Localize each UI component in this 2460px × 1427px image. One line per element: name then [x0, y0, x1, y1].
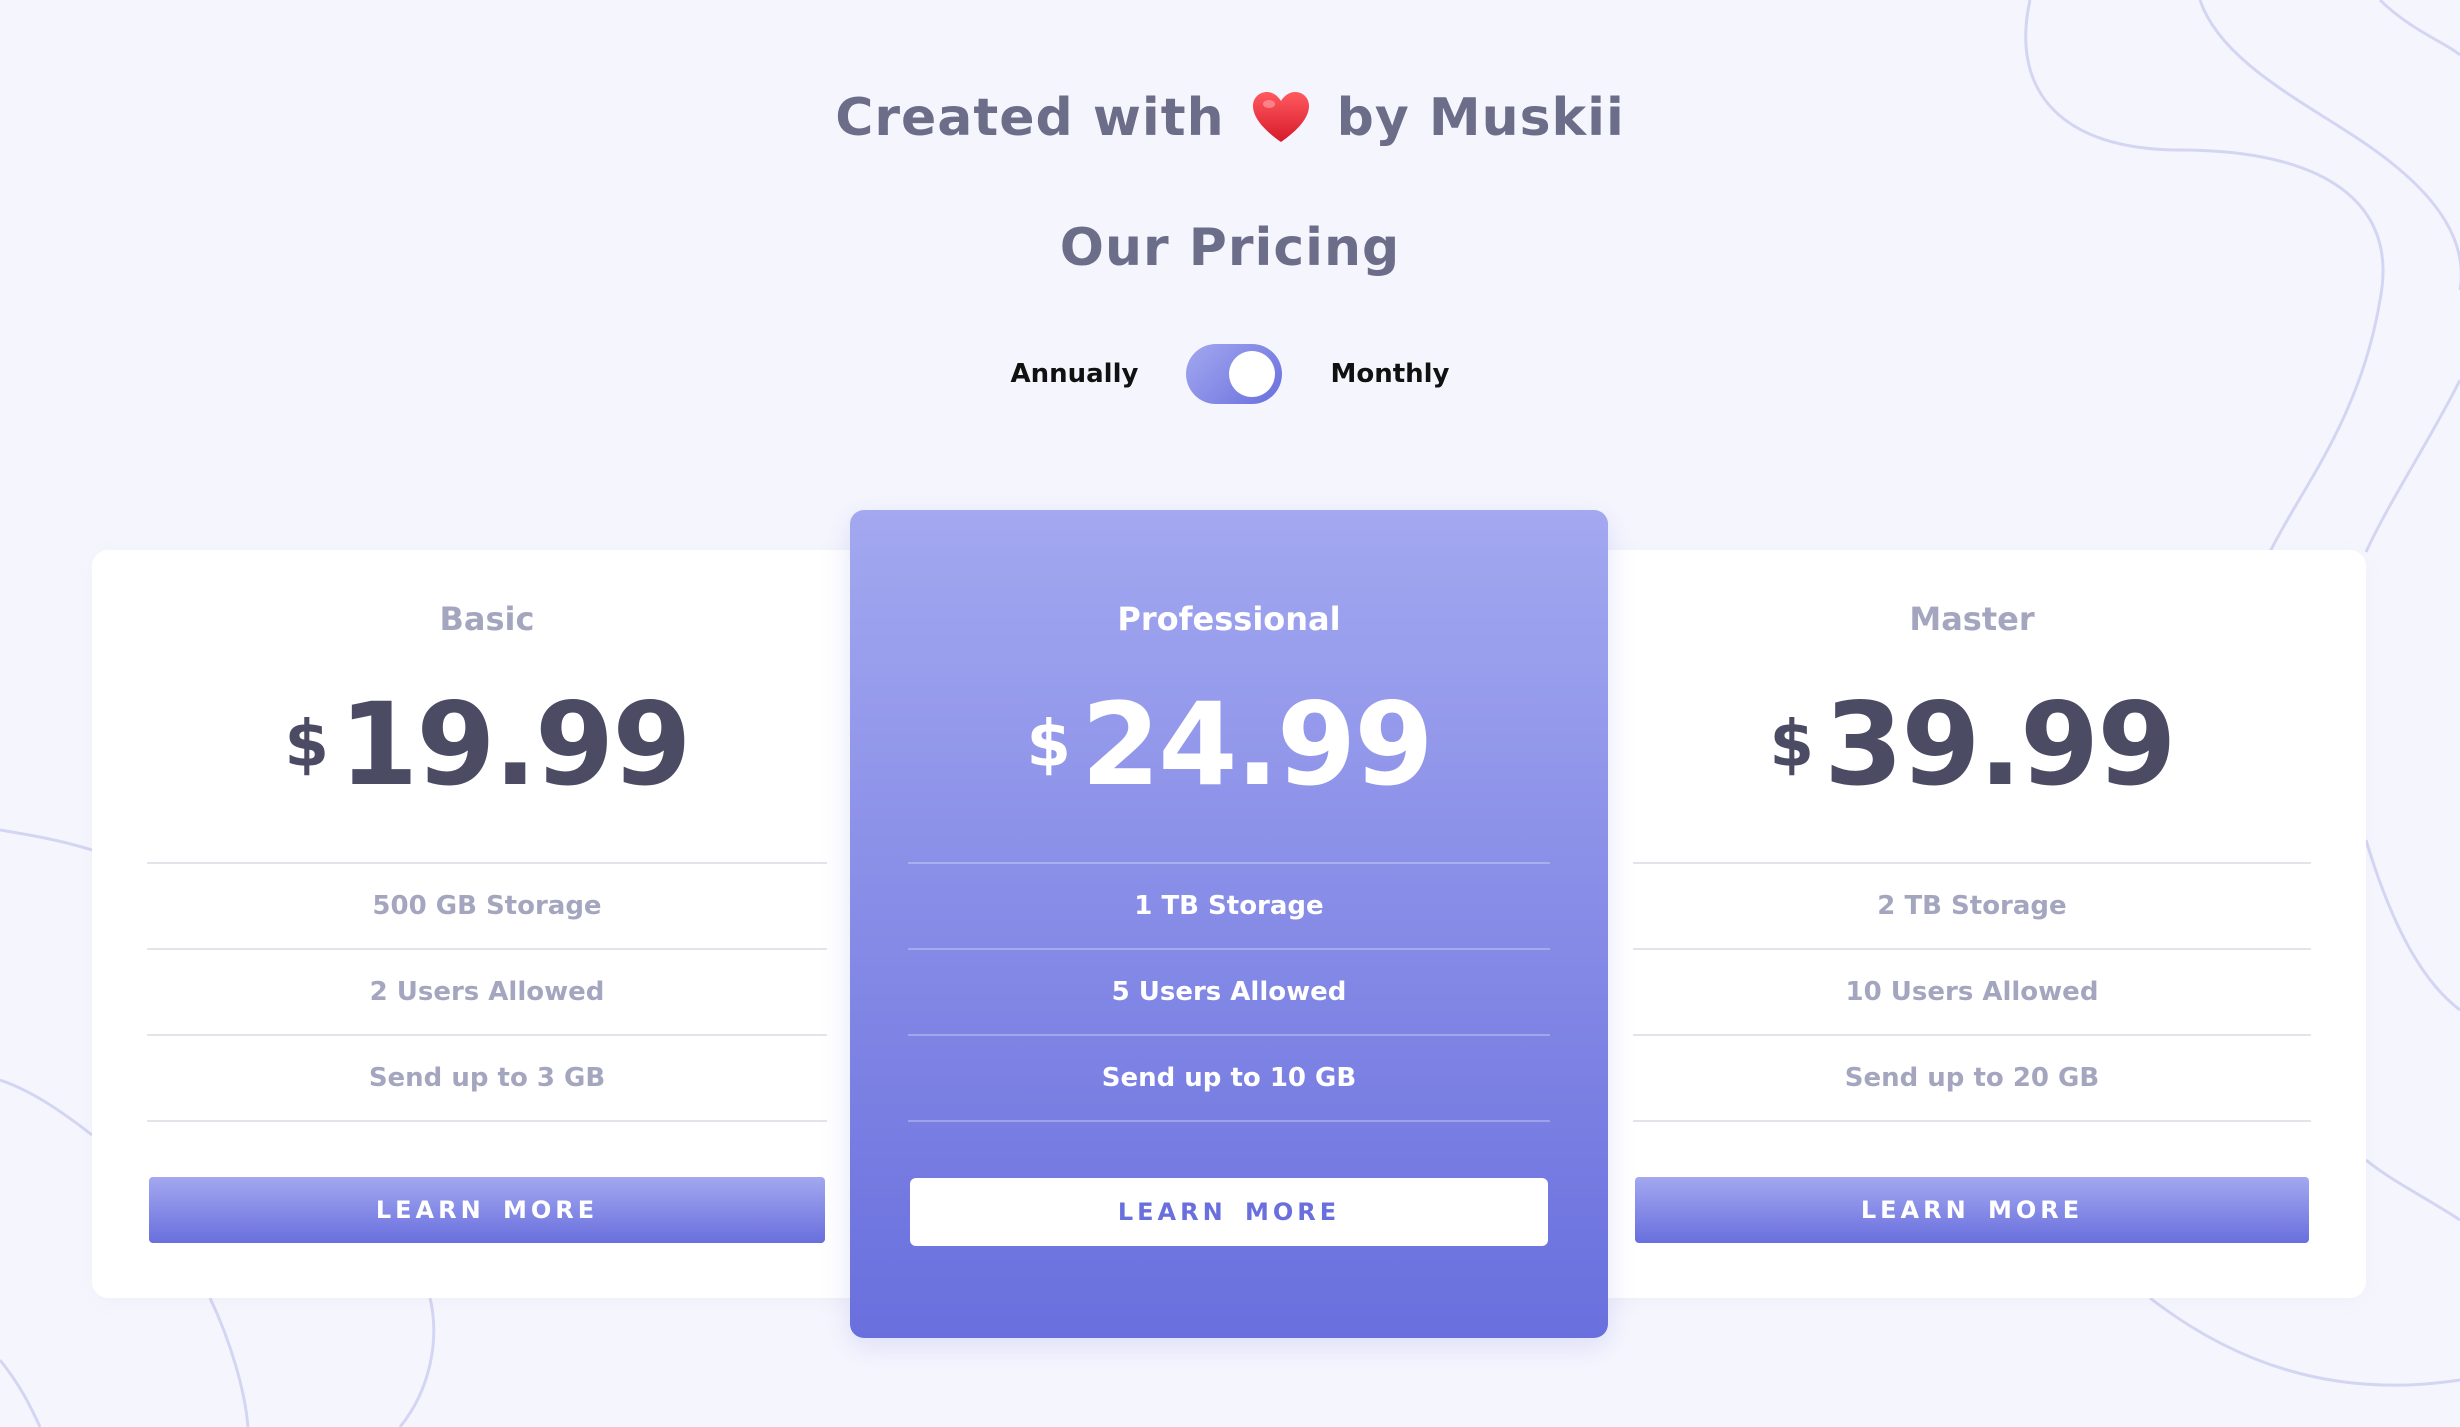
pricing-card-professional: Professional $ 24.99 1 TB Storage 5 User… [850, 510, 1608, 1338]
plan-price: $ 19.99 [92, 678, 882, 811]
feature-item: 2 Users Allowed [147, 948, 827, 1034]
plan-name: Master [1909, 600, 2035, 638]
heart-icon [1252, 92, 1309, 142]
currency-symbol: $ [1769, 708, 1814, 782]
toggle-label-monthly: Monthly [1330, 359, 1450, 389]
learn-more-button-basic[interactable]: LEARN MORE [149, 1177, 825, 1243]
plan-price: $ 39.99 [1578, 678, 2366, 811]
plan-price: $ 24.99 [850, 678, 1608, 811]
credit-suffix: by Muskii [1336, 88, 1625, 148]
pricing-card-basic: Basic $ 19.99 500 GB Storage 2 Users All… [92, 550, 882, 1298]
plan-name: Basic [439, 600, 535, 638]
feature-item: 2 TB Storage [1633, 862, 2311, 948]
page-title: Our Pricing [1059, 218, 1401, 278]
feature-item: Send up to 10 GB [908, 1034, 1550, 1122]
feature-item: Send up to 20 GB [1633, 1034, 2311, 1122]
toggle-knob [1229, 351, 1276, 397]
price-amount: 39.99 [1823, 678, 2177, 811]
price-amount: 24.99 [1080, 678, 1434, 811]
learn-more-button-master[interactable]: LEARN MORE [1635, 1177, 2309, 1243]
credit-prefix: Created with [835, 88, 1225, 148]
plan-name: Professional [1117, 600, 1341, 638]
currency-symbol: $ [1026, 708, 1071, 782]
feature-list: 2 TB Storage 10 Users Allowed Send up to… [1633, 862, 2311, 1122]
feature-item: 1 TB Storage [908, 862, 1550, 948]
billing-toggle-row: Annually Monthly [0, 344, 2460, 404]
toggle-label-annually: Annually [1010, 359, 1139, 389]
feature-item: 500 GB Storage [147, 862, 827, 948]
feature-list: 1 TB Storage 5 Users Allowed Send up to … [908, 862, 1550, 1122]
pricing-card-master: Master $ 39.99 2 TB Storage 10 Users All… [1578, 550, 2366, 1298]
price-amount: 19.99 [338, 678, 692, 811]
currency-symbol: $ [284, 708, 329, 782]
feature-item: 5 Users Allowed [908, 948, 1550, 1034]
credit-line: Created with by Muskii [0, 88, 2460, 148]
feature-item: 10 Users Allowed [1633, 948, 2311, 1034]
feature-list: 500 GB Storage 2 Users Allowed Send up t… [147, 862, 827, 1122]
learn-more-button-professional[interactable]: LEARN MORE [910, 1178, 1548, 1246]
feature-item: Send up to 3 GB [147, 1034, 827, 1122]
billing-toggle-switch[interactable] [1186, 344, 1283, 404]
